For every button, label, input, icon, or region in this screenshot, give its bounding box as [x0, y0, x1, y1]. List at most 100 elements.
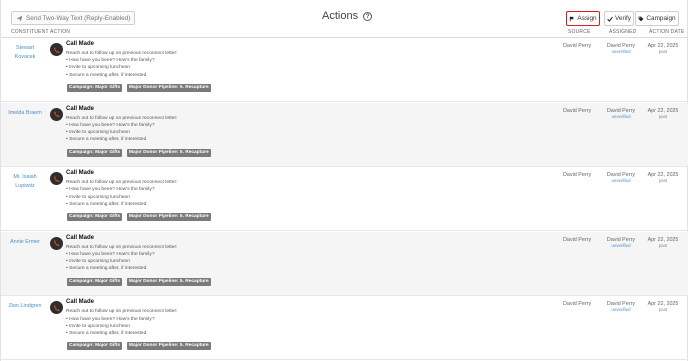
assigned-cell: David Perry unverified — [605, 108, 637, 120]
action-date-cell: Apr 22, 2025 past — [645, 108, 681, 120]
action-date-value: Apr 22, 2025 — [647, 236, 679, 243]
action-date-cell: Apr 22, 2025 past — [645, 301, 681, 313]
action-intro: Reach out to follow up on previous recon… — [66, 244, 178, 250]
pipeline-tag[interactable]: Major Donor Pipeline: 5. Recapture — [127, 84, 211, 92]
source-value: David Perry — [563, 301, 592, 308]
action-intro: Reach out to follow up on previous recon… — [66, 51, 178, 56]
date-status: past — [658, 178, 668, 184]
action-intro: Reach out to follow up on previous recon… — [66, 180, 178, 186]
pipeline-tag[interactable]: Major Donor Pipeline: 5. Recapture — [127, 342, 211, 351]
action-title: Call Made — [66, 105, 95, 112]
verify-button[interactable]: Verify — [604, 11, 634, 26]
assigned-status[interactable]: unverified — [605, 178, 637, 184]
action-description: Reach out to follow up on previous recon… — [66, 115, 177, 144]
action-bullet: Invite to upcoming luncheon — [66, 64, 177, 71]
action-description: Reach out to follow up on previous recon… — [66, 308, 177, 337]
campaign-label: Campaign — [646, 15, 676, 22]
action-row[interactable]: Mr. Isaiah Lupiwitz Call Made Reach out … — [1, 167, 688, 232]
campaign-button[interactable]: Campaign — [635, 11, 679, 26]
page-title-text: Actions — [322, 10, 359, 22]
action-bullet: Secure a meeting after, if interested — [66, 201, 177, 208]
constituent-link[interactable]: Mr. Isaiah Lupiwitz — [5, 173, 45, 190]
action-bullets: How have you been? How's the family?Invi… — [66, 186, 177, 208]
campaign-tag[interactable]: Campaign: Major Gifts — [67, 277, 123, 286]
assigned-status[interactable]: unverified — [605, 243, 637, 249]
action-title: Call Made — [66, 234, 95, 241]
phone-icon — [50, 172, 63, 186]
date-status: past — [658, 307, 668, 313]
phone-icon — [50, 301, 63, 315]
action-intro: Reach out to follow up on previous recon… — [66, 115, 178, 121]
send-text-label: Send Two-Way Text (Reply-Enabled) — [26, 14, 131, 22]
help-icon[interactable]: ? — [363, 11, 373, 21]
pipeline-tag[interactable]: Major Donor Pipeline: 5. Recapture — [127, 148, 211, 157]
actions-panel: Send Two-Way Text (Reply-Enabled) Action… — [0, 0, 688, 361]
action-bullets: How have you been? How's the family?Invi… — [66, 122, 177, 144]
action-bullet: Invite to upcoming luncheon — [66, 129, 177, 136]
action-bullet: Secure a meeting after, if interested — [66, 330, 177, 337]
action-bullet: How have you been? How's the family? — [66, 122, 177, 129]
source-value: David Perry — [563, 43, 592, 49]
constituent-link[interactable]: Stewart Kovacek — [5, 44, 45, 61]
campaign-tag[interactable]: Campaign: Major Gifts — [67, 342, 123, 351]
action-bullet: Secure a meeting after, if interested — [66, 72, 177, 79]
action-row[interactable]: Annie Ermer Call Made Reach out to follo… — [1, 231, 688, 296]
assigned-status[interactable]: unverified — [605, 114, 637, 120]
page-title: Actions ? — [322, 10, 373, 22]
phone-icon — [50, 107, 63, 121]
action-description: Reach out to follow up on previous recon… — [66, 50, 177, 79]
action-date-cell: Apr 22, 2025 past — [645, 172, 681, 184]
action-date-value: Apr 22, 2025 — [647, 107, 679, 114]
source-value: David Perry — [563, 236, 592, 243]
action-bullets: How have you been? How's the family?Invi… — [66, 251, 177, 273]
pipeline-tag[interactable]: Major Donor Pipeline: 5. Recapture — [127, 213, 211, 222]
phone-icon — [50, 236, 63, 250]
assigned-status[interactable]: unverified — [605, 307, 637, 313]
action-intro: Reach out to follow up on previous recon… — [66, 309, 178, 315]
assigned-cell: David Perry unverified — [605, 237, 637, 249]
action-row[interactable]: Zion Lindgren Call Made Reach out to fol… — [1, 296, 688, 361]
action-description: Reach out to follow up on previous recon… — [66, 179, 177, 208]
assigned-value: David Perry — [606, 236, 636, 243]
header-bar: Send Two-Way Text (Reply-Enabled) Action… — [1, 0, 688, 29]
action-bullet: How have you been? How's the family? — [66, 316, 177, 323]
flag-icon — [570, 16, 575, 21]
campaign-tag[interactable]: Campaign: Major Gifts — [67, 84, 123, 92]
action-bullet: Invite to upcoming luncheon — [66, 194, 177, 201]
assigned-status[interactable]: unverified — [605, 49, 637, 55]
action-bullet: How have you been? How's the family? — [66, 251, 177, 258]
action-bullet: Invite to upcoming luncheon — [66, 258, 177, 265]
action-row[interactable]: Stewart Kovacek Call Made Reach out to f… — [1, 38, 688, 102]
assign-button[interactable]: Assign — [566, 11, 600, 26]
date-status: past — [658, 49, 668, 54]
action-bullet: How have you been? How's the family? — [66, 186, 177, 193]
assign-label: Assign — [577, 15, 597, 22]
action-row[interactable]: Imelda Braem Call Made Reach out to foll… — [1, 102, 688, 167]
campaign-tag[interactable]: Campaign: Major Gifts — [67, 148, 123, 157]
action-bullet: Secure a meeting after, if interested — [66, 265, 177, 272]
action-date-cell: Apr 22, 2025 past — [645, 237, 681, 249]
date-status: past — [658, 242, 668, 248]
date-status: past — [658, 113, 668, 119]
action-bullets: How have you been? How's the family?Invi… — [66, 57, 177, 79]
action-bullets: How have you been? How's the family?Invi… — [66, 316, 177, 338]
action-bullet: Invite to upcoming luncheon — [66, 323, 177, 330]
action-title: Call Made — [66, 299, 95, 306]
check-icon — [607, 16, 613, 22]
assigned-value: David Perry — [606, 107, 636, 114]
campaign-tag[interactable]: Campaign: Major Gifts — [67, 213, 123, 222]
assigned-cell: David Perry unverified — [605, 43, 637, 55]
action-title: Call Made — [66, 170, 95, 177]
constituent-link[interactable]: Annie Ermer — [5, 238, 45, 247]
phone-icon — [50, 43, 63, 56]
send-icon — [16, 15, 23, 21]
pipeline-tag[interactable]: Major Donor Pipeline: 5. Recapture — [127, 277, 211, 286]
action-bullet: Secure a meeting after, if interested — [66, 136, 177, 143]
send-text-button[interactable]: Send Two-Way Text (Reply-Enabled) — [11, 11, 136, 25]
constituent-link[interactable]: Imelda Braem — [5, 109, 45, 118]
action-description: Reach out to follow up on previous recon… — [66, 244, 177, 273]
source-value: David Perry — [563, 107, 592, 114]
assigned-cell: David Perry unverified — [605, 172, 637, 184]
constituent-link[interactable]: Zion Lindgren — [5, 302, 45, 311]
action-title: Call Made — [66, 41, 95, 47]
